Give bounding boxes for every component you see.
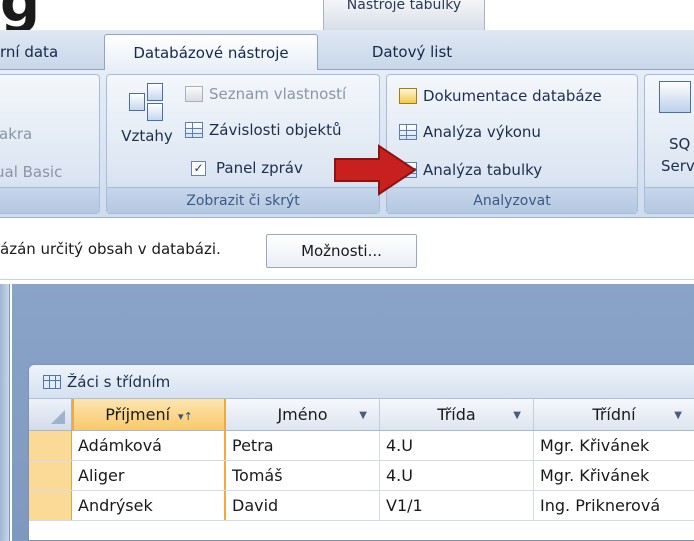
column-header-class-teacher[interactable]: Třídní ▼ bbox=[534, 399, 694, 430]
row-selector[interactable] bbox=[29, 461, 72, 490]
performance-analyzer-button[interactable]: Analýza výkonu bbox=[399, 123, 541, 141]
relations-icon bbox=[129, 83, 165, 121]
relations-button[interactable]: Vztahy bbox=[119, 83, 175, 145]
sort-ascending-icon: ▾↑ bbox=[178, 410, 193, 423]
table-row[interactable]: Aliger Tomáš 4.U Mgr. Křivánek bbox=[29, 461, 694, 491]
property-sheet-button[interactable]: Seznam vlastností bbox=[185, 85, 346, 103]
navigation-pane-edge[interactable] bbox=[0, 284, 10, 541]
sql-server-label-1[interactable]: SQ bbox=[669, 135, 690, 153]
column-dropdown-icon[interactable]: ▼ bbox=[513, 400, 521, 430]
sql-server-label-2[interactable]: Serv bbox=[661, 157, 694, 175]
column-dropdown-icon[interactable]: ▼ bbox=[674, 400, 682, 430]
security-warning-text: ázán určitý obsah v databázi. bbox=[0, 240, 221, 258]
group-analyze: Dokumentace databáze Analýza výkonu Anal… bbox=[386, 74, 638, 214]
table-row[interactable]: Andrýsek David V1/1 Ing. Priknerová bbox=[29, 491, 694, 521]
column-header-first-name[interactable]: Jméno ▼ bbox=[226, 399, 380, 430]
cell-class[interactable]: 4.U bbox=[380, 461, 534, 490]
column-header-class[interactable]: Třída ▼ bbox=[380, 399, 534, 430]
message-bar-label: Panel zpráv bbox=[216, 159, 303, 177]
datasheet-grid: Příjmení ▾↑ Jméno ▼ Třída ▼ Třídní ▼ Adámkov… bbox=[29, 399, 694, 521]
table-analyzer-label: Analýza tabulky bbox=[423, 161, 543, 179]
datasheet-window[interactable]: Žáci s třídním Příjmení ▾↑ Jméno ▼ Třída ▼ … bbox=[28, 364, 694, 541]
red-arrow-annotation bbox=[334, 144, 417, 196]
column-header-row: Příjmení ▾↑ Jméno ▼ Třída ▼ Třídní ▼ bbox=[29, 399, 694, 431]
table-row[interactable]: Adámková Petra 4.U Mgr. Křivánek bbox=[29, 431, 694, 461]
group-macro-label bbox=[0, 187, 99, 213]
documenter-icon bbox=[399, 88, 417, 104]
row-selector[interactable] bbox=[29, 491, 72, 520]
group-macro: akra ual Basic bbox=[0, 74, 100, 214]
row-selector[interactable] bbox=[29, 431, 72, 460]
datasheet-window-title: Žáci s třídním bbox=[29, 365, 694, 399]
cell-class[interactable]: V1/1 bbox=[380, 491, 534, 520]
property-sheet-icon bbox=[185, 86, 203, 102]
object-dependencies-label: Závislosti objektů bbox=[209, 121, 342, 139]
macro-button[interactable]: akra bbox=[0, 125, 32, 143]
tab-datasheet[interactable]: Datový list bbox=[353, 34, 471, 70]
cell-first-name[interactable]: Tomáš bbox=[226, 461, 380, 490]
cell-class-teacher[interactable]: Mgr. Křivánek bbox=[534, 431, 694, 460]
cell-first-name[interactable]: David bbox=[226, 491, 380, 520]
cell-first-name[interactable]: Petra bbox=[226, 431, 380, 460]
performance-analyzer-icon bbox=[399, 124, 417, 140]
cell-class[interactable]: 4.U bbox=[380, 431, 534, 460]
ribbon-tab-row: rní data Databázové nástroje Datový list bbox=[0, 30, 694, 71]
group-sql-server: SQ Serv I bbox=[644, 74, 694, 214]
visual-basic-button[interactable]: ual Basic bbox=[0, 163, 62, 181]
table-icon bbox=[43, 374, 61, 389]
datasheet-title-label: Žáci s třídním bbox=[67, 372, 171, 391]
table-analyzer-button[interactable]: Analýza tabulky bbox=[399, 161, 542, 179]
sql-server-icon bbox=[659, 81, 691, 113]
context-tab-label: Nástroje tabulky bbox=[346, 0, 462, 13]
select-all-corner[interactable] bbox=[29, 399, 72, 430]
column-header-surname[interactable]: Příjmení ▾↑ bbox=[72, 399, 226, 430]
property-sheet-label: Seznam vlastností bbox=[209, 85, 347, 103]
cell-surname[interactable]: Adámková bbox=[72, 431, 226, 460]
database-documenter-button[interactable]: Dokumentace databáze bbox=[399, 87, 602, 105]
object-dependencies-button[interactable]: Závislosti objektů bbox=[185, 121, 341, 139]
tab-database-tools[interactable]: Databázové nástroje bbox=[104, 34, 318, 71]
group-sql-server-label: I bbox=[645, 187, 694, 213]
performance-analyzer-label: Analýza výkonu bbox=[423, 123, 541, 141]
cell-class-teacher[interactable]: Mgr. Křivánek bbox=[534, 461, 694, 490]
message-bar: ázán určitý obsah v databázi. Možnosti..… bbox=[0, 218, 694, 280]
object-dependencies-icon bbox=[185, 122, 203, 138]
cell-class-teacher[interactable]: Ing. Priknerová bbox=[534, 491, 694, 520]
options-button[interactable]: Možnosti... bbox=[266, 234, 417, 268]
database-documenter-label: Dokumentace databáze bbox=[423, 87, 602, 105]
cell-surname[interactable]: Aliger bbox=[72, 461, 226, 490]
relations-label: Vztahy bbox=[121, 127, 173, 145]
context-tab-table-tools[interactable]: Nástroje tabulky bbox=[323, 0, 485, 30]
message-bar-toggle[interactable]: ✓ Panel zpráv bbox=[191, 159, 303, 177]
cell-surname[interactable]: Andrýsek bbox=[72, 491, 226, 520]
group-analyze-label: Analyzovat bbox=[387, 187, 637, 213]
tab-external-data[interactable]: rní data bbox=[0, 34, 68, 70]
column-dropdown-icon[interactable]: ▼ bbox=[359, 400, 367, 430]
workspace: Žáci s třídním Příjmení ▾↑ Jméno ▼ Třída ▼ … bbox=[0, 280, 694, 541]
message-bar-checkbox[interactable]: ✓ bbox=[191, 160, 206, 176]
